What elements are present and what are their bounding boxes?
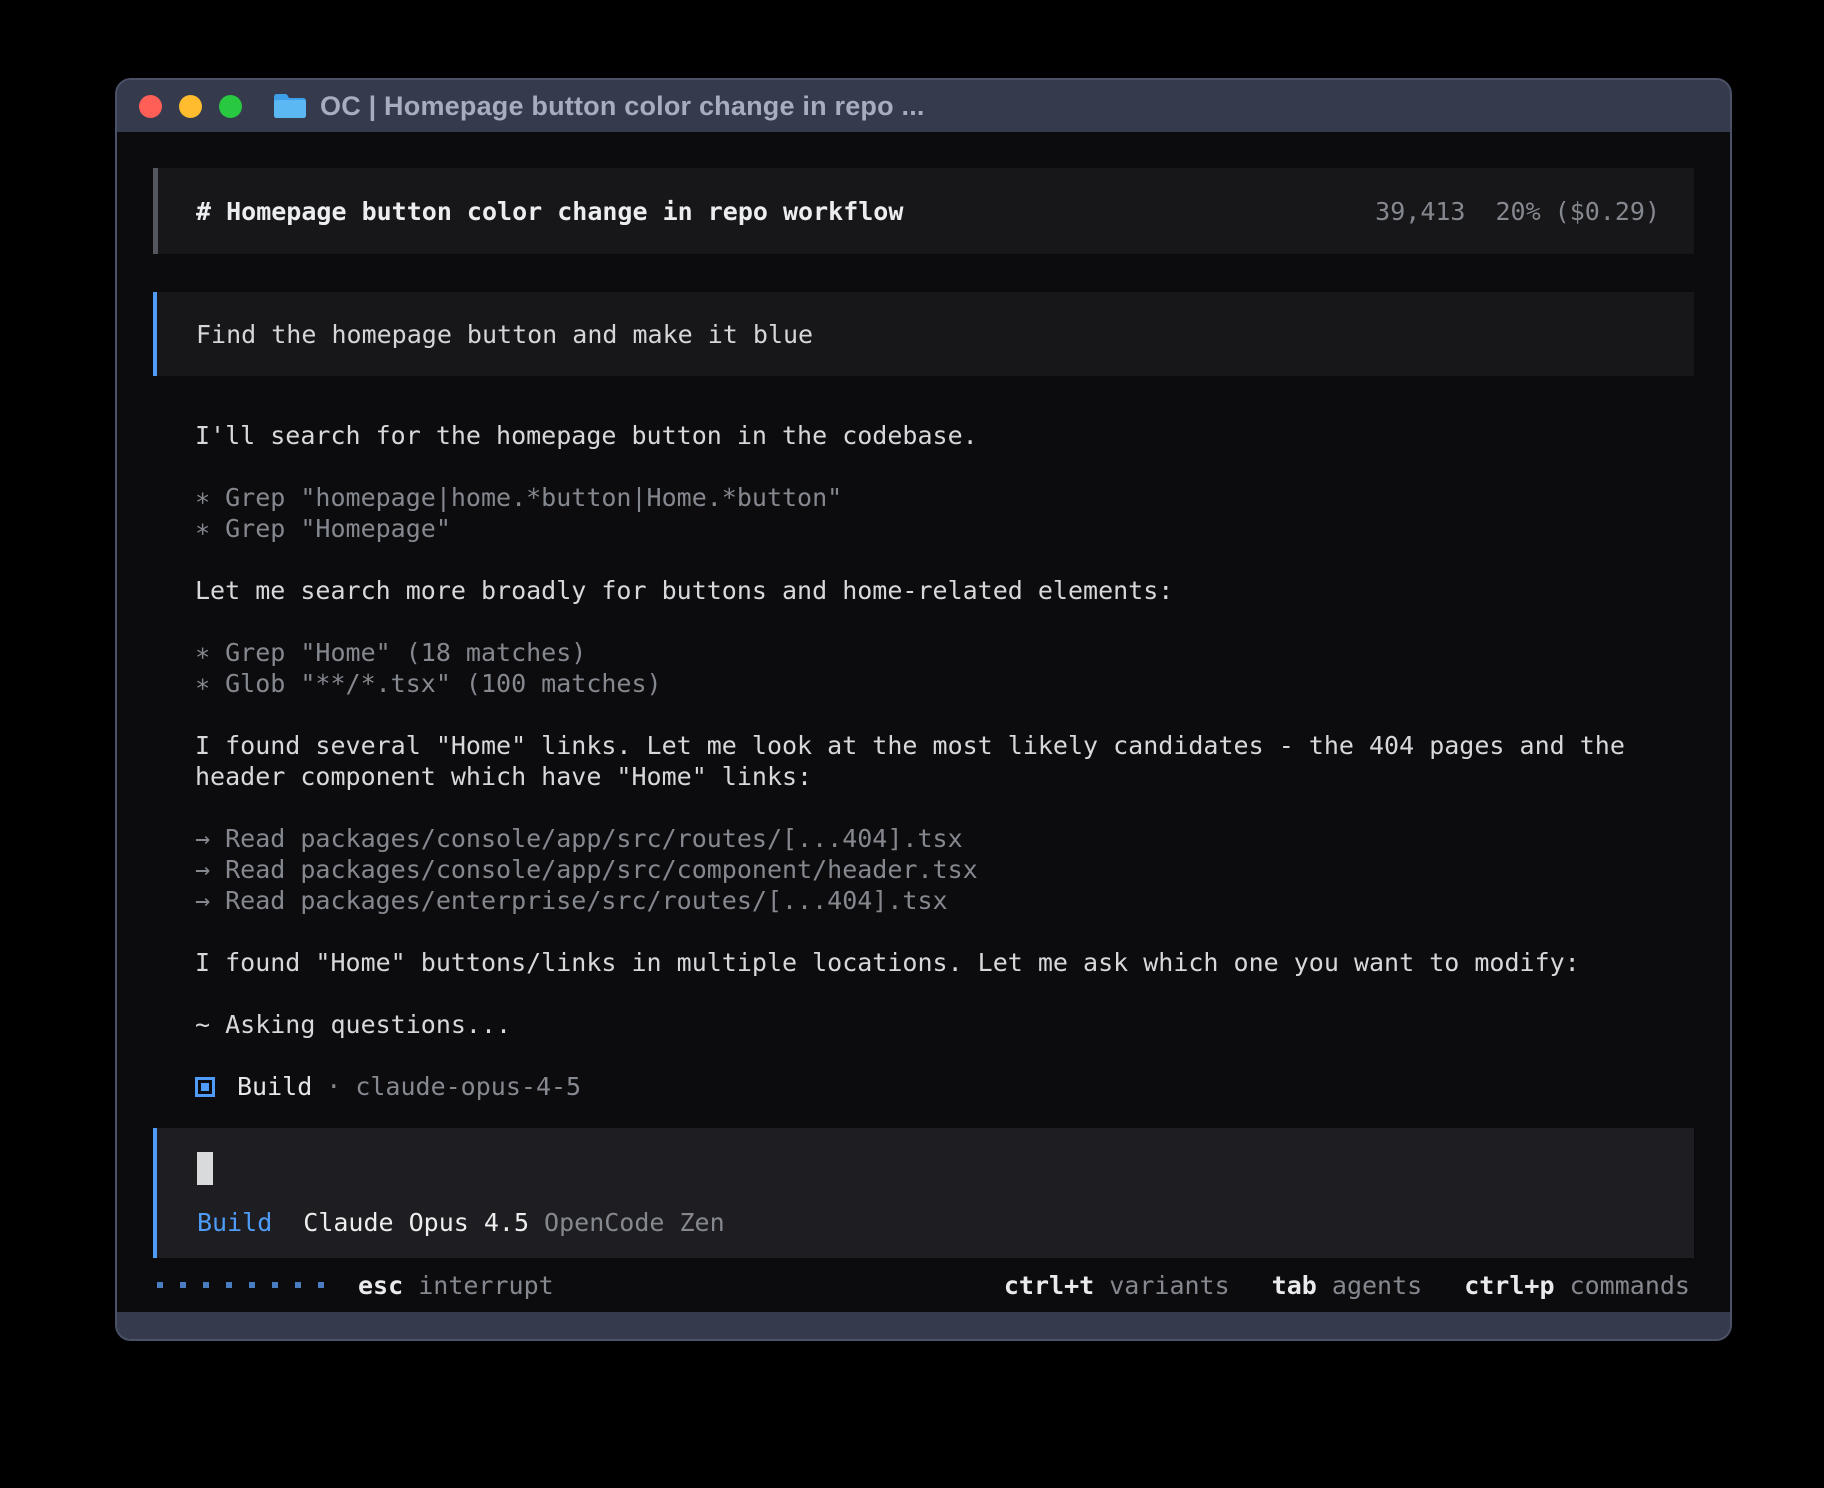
hint-variants: ctrl+t variants (1004, 1270, 1230, 1301)
hint-label: agents (1332, 1271, 1422, 1300)
assistant-text: I'll search for the homepage button in t… (195, 420, 1688, 451)
terminal-content: # Homepage button color change in repo w… (117, 132, 1730, 1312)
agent-build-icon (195, 1077, 215, 1097)
spinner-dot (318, 1282, 324, 1288)
tool-call-grep: ∗ Grep "Homepage" (195, 513, 1688, 544)
hint-agents: tab agents (1272, 1270, 1423, 1301)
hint-interrupt: esc interrupt (358, 1270, 554, 1301)
spinner-dot (157, 1282, 163, 1288)
agent-name: Build (237, 1071, 312, 1102)
window-bottom-edge (117, 1312, 1730, 1339)
hint-label: commands (1570, 1271, 1690, 1300)
hint-key: ctrl+t (1004, 1271, 1094, 1300)
titlebar: OC | Homepage button color change in rep… (117, 80, 1730, 132)
session-stats: 39,413 20% ($0.29) (1375, 196, 1660, 227)
close-button[interactable] (139, 95, 162, 118)
session-cost: ($0.29) (1555, 197, 1660, 226)
provider-label: OpenCode Zen (544, 1207, 725, 1238)
assistant-transcript: I'll search for the homepage button in t… (153, 420, 1694, 1102)
agent-model: claude-opus-4-5 (355, 1071, 581, 1102)
traffic-lights (139, 95, 242, 118)
status-bar: esc interrupt ctrl+t variants tab agents… (153, 1258, 1694, 1312)
tool-call-glob: ∗ Glob "**/*.tsx" (100 matches) (195, 668, 1688, 699)
assistant-text: Let me search more broadly for buttons a… (195, 575, 1688, 606)
status-bar-right: ctrl+t variants tab agents ctrl+p comman… (1004, 1270, 1690, 1301)
session-header: # Homepage button color change in repo w… (153, 168, 1694, 254)
terminal-window: OC | Homepage button color change in rep… (115, 78, 1732, 1341)
assistant-text: I found several "Home" links. Let me loo… (195, 730, 1688, 792)
spinner-dot (226, 1282, 232, 1288)
spinner-dot (272, 1282, 278, 1288)
hint-label: interrupt (418, 1271, 553, 1300)
tool-call-grep: ∗ Grep "homepage|home.*button|Home.*butt… (195, 482, 1688, 513)
tool-call-read: → Read packages/console/app/src/componen… (195, 854, 1688, 885)
hint-label: variants (1109, 1271, 1229, 1300)
session-title: # Homepage button color change in repo w… (196, 196, 903, 227)
user-message-text: Find the homepage button and make it blu… (196, 319, 813, 350)
hint-commands: ctrl+p commands (1464, 1270, 1690, 1301)
hint-key: esc (358, 1271, 403, 1300)
tool-call-group: ∗ Grep "homepage|home.*button|Home.*butt… (195, 482, 1688, 544)
agent-line: Build · claude-opus-4-5 (195, 1071, 1688, 1102)
tool-call-group: → Read packages/console/app/src/routes/[… (195, 823, 1688, 916)
agent-separator: · (326, 1071, 341, 1102)
context-percent: 20% (1495, 197, 1540, 226)
spinner-dot (295, 1282, 301, 1288)
window-title: OC | Homepage button color change in rep… (320, 91, 925, 122)
mode-label: Build (197, 1207, 272, 1238)
text-cursor (197, 1152, 213, 1185)
spinner-dot (249, 1282, 255, 1288)
prompt-input[interactable]: Build Claude Opus 4.5 OpenCode Zen (153, 1128, 1694, 1258)
input-mode-line: Build Claude Opus 4.5 OpenCode Zen (197, 1207, 1694, 1238)
status-line-asking: ~ Asking questions... (195, 1009, 1688, 1040)
user-message: Find the homepage button and make it blu… (153, 292, 1694, 376)
token-count: 39,413 (1375, 197, 1465, 226)
spinner-dot (203, 1282, 209, 1288)
hint-key: tab (1272, 1271, 1317, 1300)
tool-call-read: → Read packages/console/app/src/routes/[… (195, 823, 1688, 854)
hint-key: ctrl+p (1464, 1271, 1554, 1300)
minimize-button[interactable] (179, 95, 202, 118)
tool-call-group: ∗ Grep "Home" (18 matches) ∗ Glob "**/*.… (195, 637, 1688, 699)
assistant-text: I found "Home" buttons/links in multiple… (195, 947, 1688, 978)
spinner-dot (180, 1282, 186, 1288)
folder-icon (272, 91, 308, 121)
model-label: Claude Opus 4.5 (303, 1207, 529, 1238)
zoom-button[interactable] (219, 95, 242, 118)
spinner-dots (157, 1282, 324, 1288)
status-bar-left: esc interrupt (157, 1270, 554, 1301)
tool-call-read: → Read packages/enterprise/src/routes/[.… (195, 885, 1688, 916)
tool-call-grep: ∗ Grep "Home" (18 matches) (195, 637, 1688, 668)
